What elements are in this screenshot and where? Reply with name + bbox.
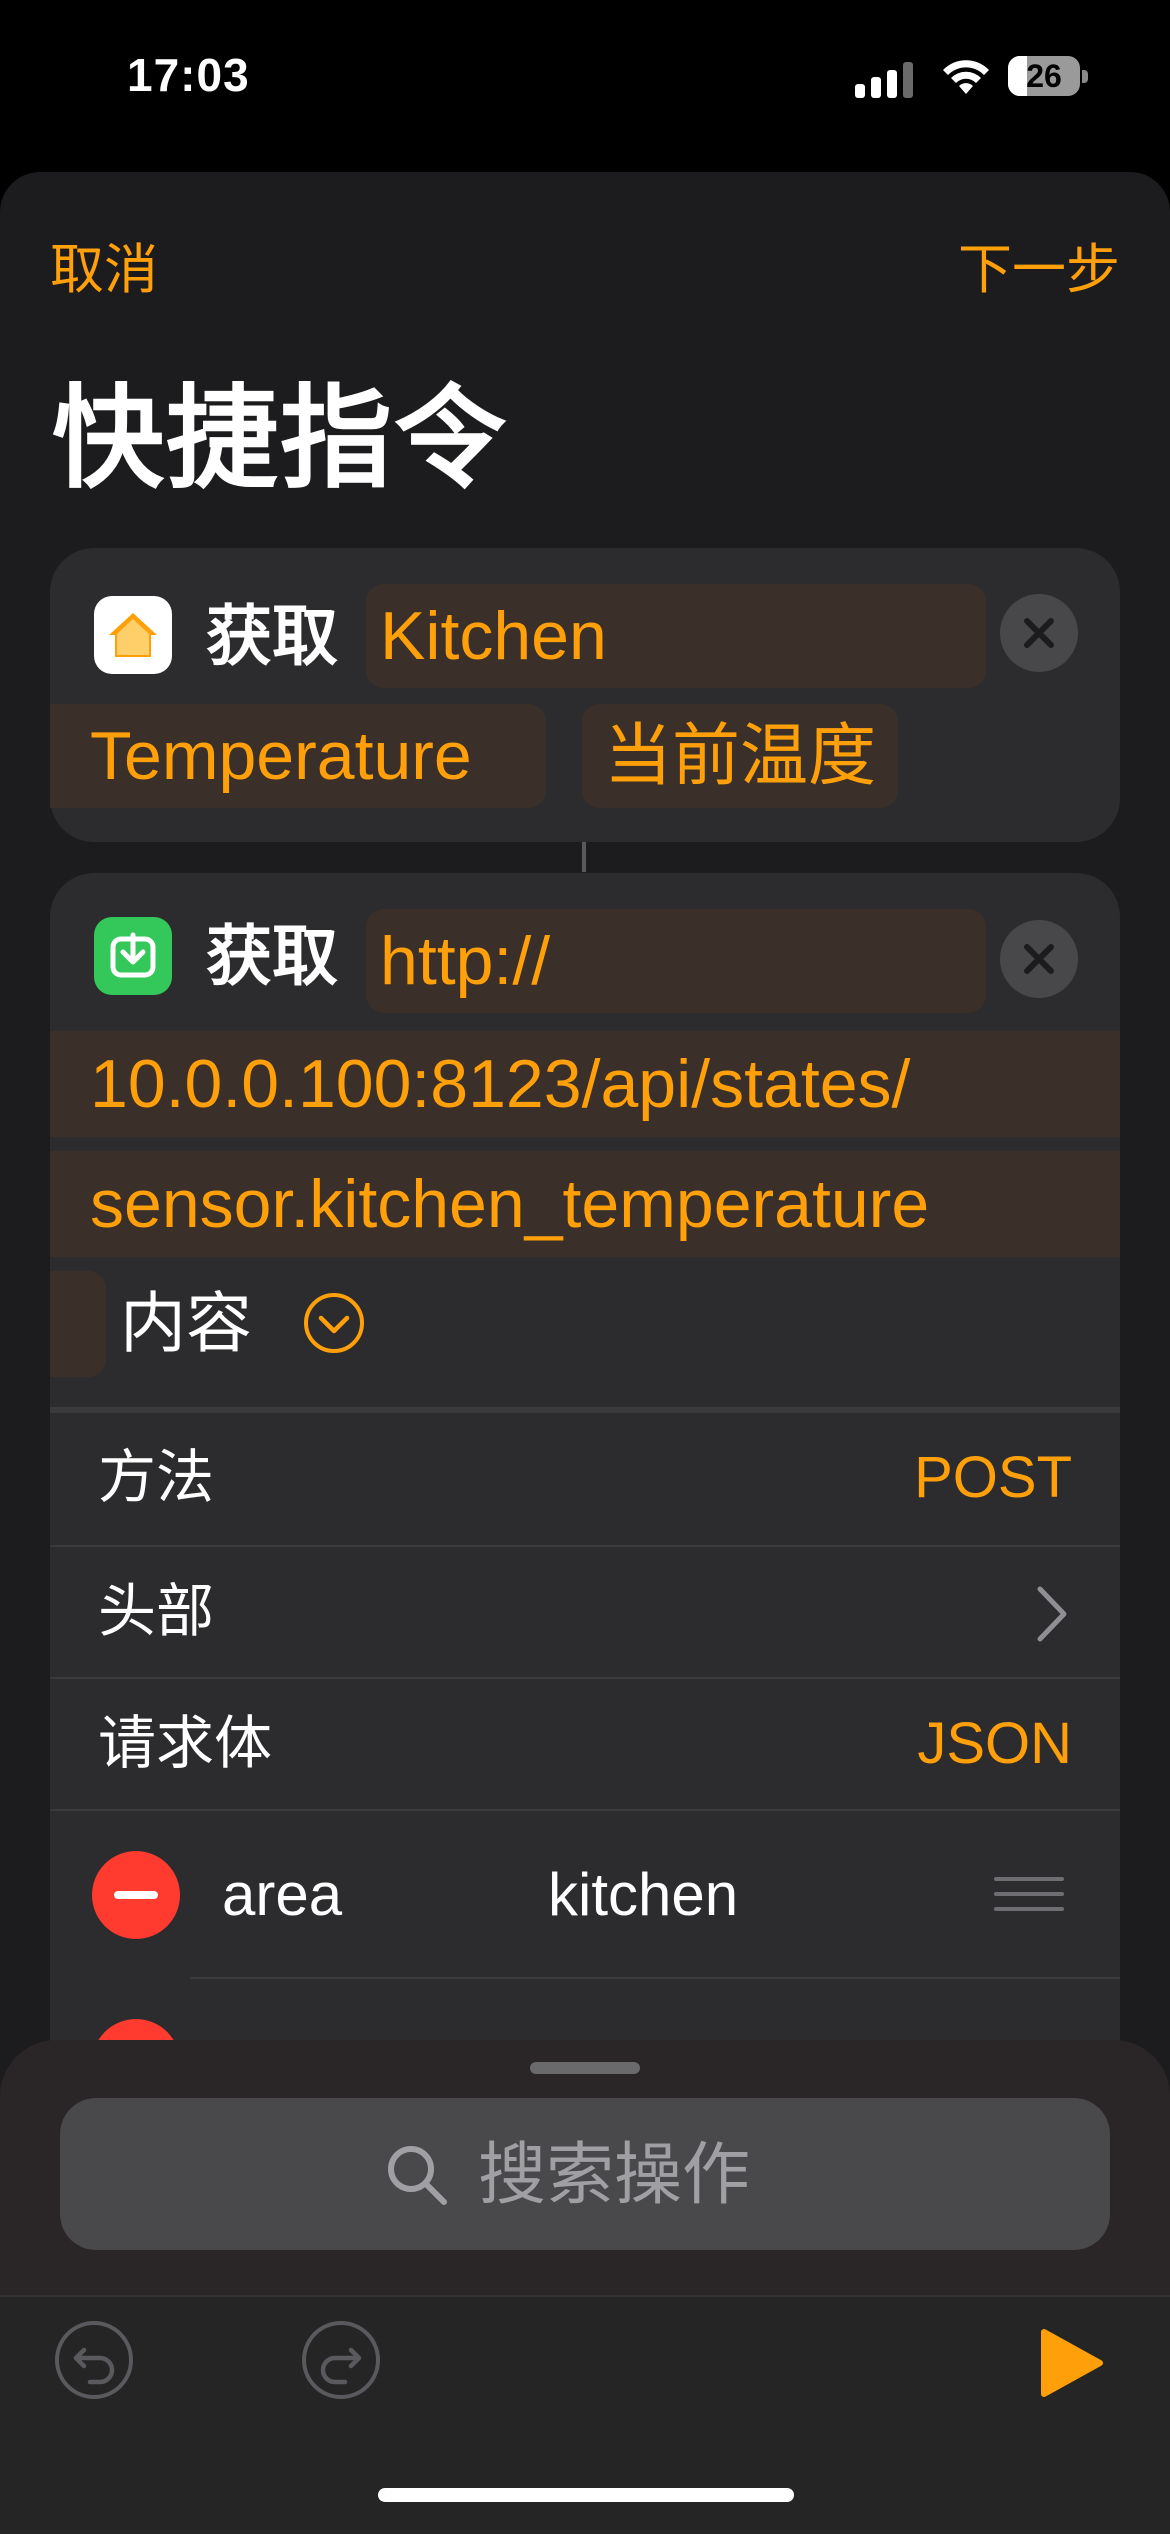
method-row[interactable]: 方法 POST bbox=[50, 1413, 1120, 1545]
download-icon bbox=[110, 932, 156, 978]
device-token-continued[interactable]: Temperature bbox=[50, 704, 546, 808]
property-token[interactable]: 当前温度 bbox=[582, 704, 899, 808]
download-app-icon bbox=[94, 917, 172, 995]
home-indicator bbox=[378, 2488, 794, 2502]
row-label: 头部 bbox=[98, 1579, 215, 1644]
chevron-right-icon bbox=[1037, 1586, 1067, 1642]
status-time: 17:03 bbox=[127, 49, 250, 101]
home-app-icon bbox=[94, 596, 172, 674]
action-verb: 获取 bbox=[206, 919, 338, 993]
page-title: 快捷指令 bbox=[52, 376, 508, 501]
body-field-row[interactable]: area kitchen bbox=[50, 1809, 1120, 1977]
cancel-button[interactable]: 取消 bbox=[50, 225, 158, 304]
row-divider bbox=[190, 1977, 1120, 1979]
remove-action-button[interactable] bbox=[1000, 594, 1078, 672]
play-icon[interactable] bbox=[1038, 2328, 1104, 2398]
headers-row[interactable]: 头部 bbox=[50, 1545, 1120, 1677]
url-token-continued[interactable]: 10.0.0.100:8123/api/states/ bbox=[50, 1031, 1120, 1137]
delete-field-button[interactable] bbox=[92, 1851, 180, 1939]
wifi-icon bbox=[943, 60, 989, 94]
url-token-continued[interactable]: sensor.kitchen_temperature bbox=[50, 1151, 1120, 1257]
search-placeholder: 搜索操作 bbox=[478, 2137, 751, 2213]
undo-icon[interactable] bbox=[54, 2320, 134, 2400]
get-home-state-action[interactable]: 获取 Kitchen Temperature 当前温度 bbox=[50, 548, 1120, 842]
close-icon bbox=[1024, 618, 1054, 648]
device-token[interactable]: Kitchen bbox=[366, 584, 986, 688]
request-body-row[interactable]: 请求体 JSON bbox=[50, 1677, 1120, 1809]
reorder-handle-icon[interactable] bbox=[994, 1877, 1064, 1913]
minus-icon bbox=[114, 1891, 158, 1899]
search-icon bbox=[388, 2146, 447, 2205]
result-type-label[interactable]: 内容 bbox=[120, 1277, 252, 1369]
close-icon bbox=[1024, 944, 1054, 974]
battery-icon: 26 bbox=[1008, 56, 1090, 98]
get-url-contents-action[interactable]: 获取 http:// 10.0.0.100:8123/api/states/ s… bbox=[50, 873, 1120, 2193]
cellular-signal-icon bbox=[855, 62, 913, 98]
remove-action-button[interactable] bbox=[1000, 920, 1078, 998]
method-value[interactable]: POST bbox=[914, 1413, 1072, 1543]
row-label: 方法 bbox=[98, 1445, 215, 1510]
url-token[interactable]: http:// bbox=[366, 909, 986, 1013]
action-connector bbox=[582, 842, 586, 872]
row-label: 请求体 bbox=[98, 1711, 273, 1776]
expand-chevron-icon[interactable] bbox=[302, 1291, 366, 1355]
field-key[interactable]: area bbox=[222, 1811, 342, 1979]
request-body-value[interactable]: JSON bbox=[917, 1679, 1072, 1809]
battery-percent: 26 bbox=[1026, 58, 1062, 94]
panel-grabber[interactable] bbox=[530, 2062, 640, 2074]
url-token-end[interactable] bbox=[50, 1271, 106, 1377]
redo-icon[interactable] bbox=[301, 2320, 381, 2400]
next-step-button[interactable]: 下一步 bbox=[958, 225, 1120, 304]
action-verb: 获取 bbox=[206, 599, 338, 673]
field-value[interactable]: kitchen bbox=[548, 1811, 738, 1979]
